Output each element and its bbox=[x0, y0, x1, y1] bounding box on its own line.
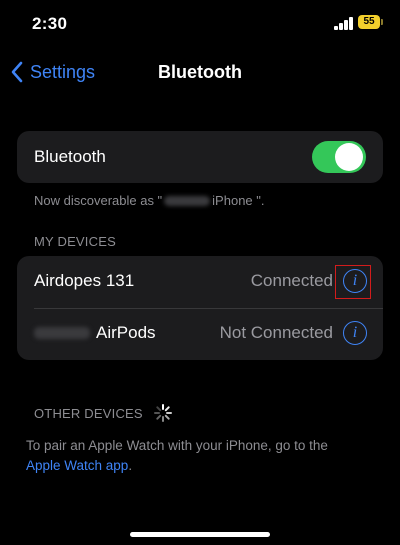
device-status: Not Connected bbox=[219, 323, 333, 342]
device-name: AirPods bbox=[96, 323, 156, 342]
bluetooth-toggle-card: Bluetooth bbox=[17, 131, 383, 183]
discoverable-caption: Now discoverable as " iPhone ". bbox=[34, 193, 265, 208]
pair-link-suffix: . bbox=[128, 458, 133, 473]
apple-watch-pair-text: To pair an Apple Watch with your iPhone,… bbox=[26, 436, 376, 476]
loading-spinner-icon bbox=[153, 404, 172, 422]
device-status: Connected bbox=[250, 271, 333, 290]
navigation-bar: Settings Bluetooth bbox=[0, 52, 400, 92]
device-row[interactable]: Airdopes 131 Connected i bbox=[17, 256, 383, 308]
discoverable-prefix: Now discoverable as " bbox=[34, 193, 163, 208]
info-circle-icon[interactable]: i bbox=[343, 269, 367, 293]
redacted-name bbox=[164, 195, 211, 206]
home-indicator[interactable] bbox=[130, 532, 270, 537]
info-circle-icon[interactable]: i bbox=[343, 321, 367, 345]
other-devices-header: OTHER DEVICES bbox=[34, 405, 143, 421]
discoverable-suffix: iPhone ". bbox=[212, 193, 265, 208]
apple-watch-app-link[interactable]: Apple Watch app bbox=[26, 458, 128, 473]
my-devices-header: MY DEVICES bbox=[34, 234, 116, 249]
my-devices-list: Airdopes 131 Connected i AirPods Not Con… bbox=[17, 256, 383, 360]
device-row[interactable]: AirPods Not Connected i bbox=[17, 308, 383, 360]
bluetooth-toggle-switch[interactable] bbox=[312, 141, 366, 173]
toggle-knob bbox=[335, 143, 363, 171]
battery-tip bbox=[381, 19, 383, 25]
bluetooth-label: Bluetooth bbox=[34, 147, 106, 166]
battery-icon: 55 bbox=[358, 15, 380, 29]
cellular-signal-icon bbox=[334, 17, 354, 30]
redacted-name bbox=[34, 327, 90, 339]
device-name-wrapper: AirPods bbox=[34, 323, 156, 343]
status-time: 2:30 bbox=[32, 14, 68, 33]
pair-text: To pair an Apple Watch with your iPhone,… bbox=[26, 438, 328, 453]
other-devices-header-row: OTHER DEVICES bbox=[34, 403, 173, 423]
device-name: Airdopes 131 bbox=[34, 271, 135, 290]
battery-level: 55 bbox=[363, 16, 375, 27]
page-title: Bluetooth bbox=[158, 62, 242, 82]
status-bar: 2:30 55 bbox=[0, 0, 400, 48]
